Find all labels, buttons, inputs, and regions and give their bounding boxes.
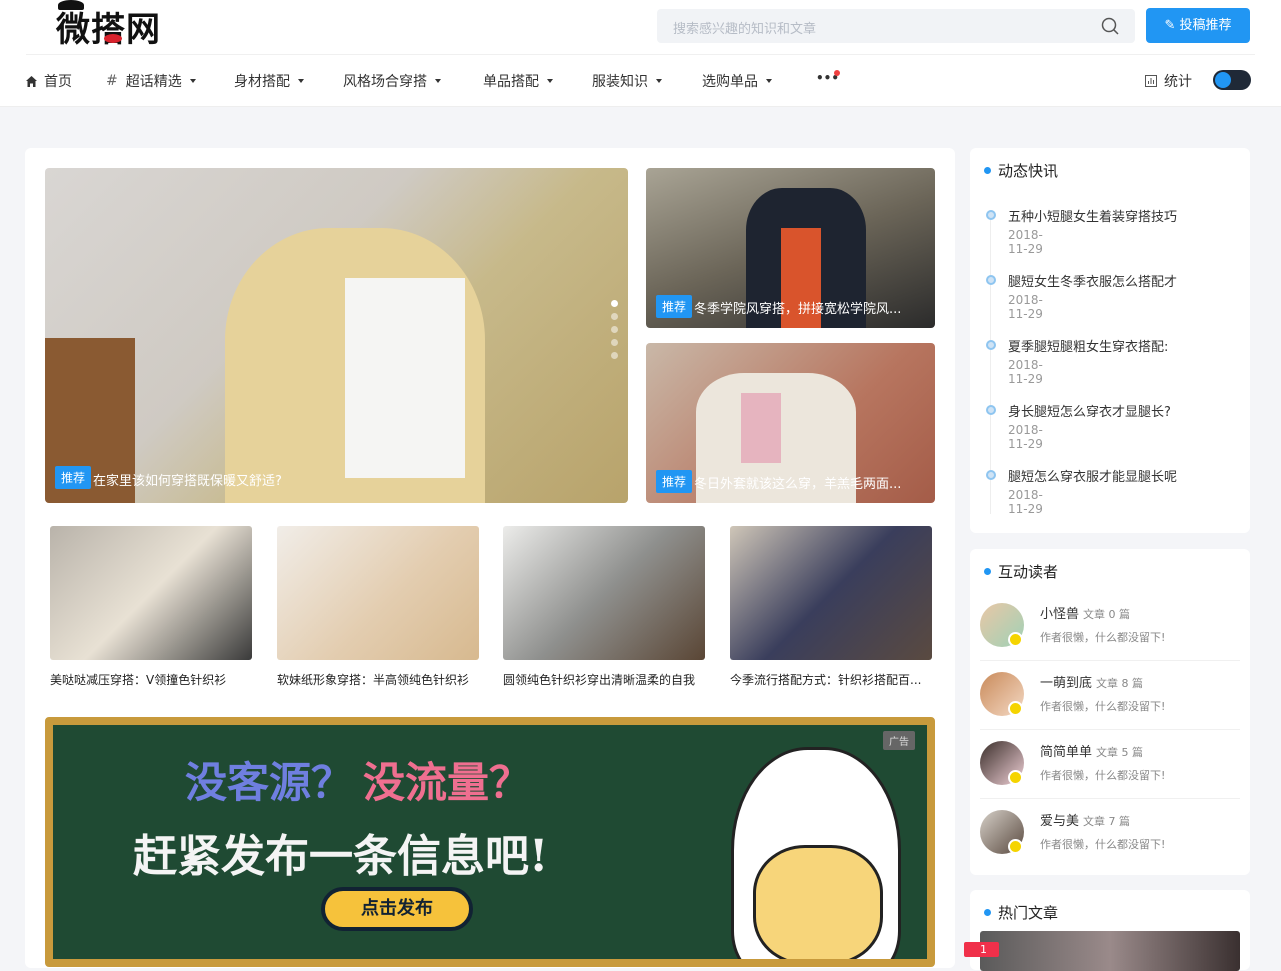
chevron-down-icon: [298, 79, 304, 83]
ad-banner[interactable]: 广告 没客源？ 没流量？ 赶紧发布一条信息吧! 点击发布: [45, 717, 935, 967]
side-slide-2[interactable]: 推荐 冬日外套就该这么穿，羊羔毛两面...: [646, 343, 935, 503]
nav-item-knowledge[interactable]: 服装知识: [592, 71, 662, 91]
card-thumbnail: [50, 526, 252, 660]
timeline-dot-icon: [986, 405, 996, 415]
verified-icon: [1008, 632, 1023, 647]
edit-icon: ✎: [1164, 18, 1176, 33]
ad-publish-button[interactable]: 点击发布: [321, 887, 473, 931]
side-slide-1[interactable]: 推荐 冬季学院风穿搭，拼接宽松学院风...: [646, 168, 935, 328]
card-thumbnail: [277, 526, 479, 660]
slide-image-hood: [741, 393, 781, 463]
main-slider[interactable]: 推荐 在家里该如何穿搭既保暖又舒适?: [45, 168, 628, 503]
hot-panel: 热门文章 1: [964, 890, 1250, 971]
chevron-down-icon: [189, 79, 196, 83]
verified-icon: [1008, 701, 1023, 716]
dark-mode-toggle[interactable]: [1213, 70, 1251, 90]
search-icon[interactable]: [1101, 17, 1119, 35]
nav-item-home[interactable]: 首页: [25, 71, 72, 91]
slide-badge: 推荐: [656, 295, 693, 318]
hot-article-thumbnail[interactable]: [980, 931, 1240, 971]
nav-item-single[interactable]: 单品搭配: [483, 71, 553, 91]
site-logo[interactable]: 微搭网: [56, 0, 161, 51]
card-title[interactable]: 今季流行搭配方式：针织衫搭配百...: [730, 671, 932, 688]
ad-tag: 广告: [883, 731, 915, 750]
main-nav: 首页 # 超话精选 身材搭配 风格场合穿搭 单品搭配 服装知识 选购单品 •••…: [0, 55, 1281, 106]
slider-dot[interactable]: [611, 326, 618, 333]
reader-item[interactable]: 一萌到底 文章 8 篇 作者很懒，什么都没留下!: [980, 670, 1240, 730]
article-card[interactable]: 今季流行搭配方式：针织衫搭配百...: [730, 526, 932, 688]
chevron-down-icon: [656, 79, 662, 83]
slide-badge: 推荐: [55, 466, 92, 489]
slider-pagination: [611, 300, 618, 365]
slide-title[interactable]: 在家里该如何穿搭既保暖又舒适?: [93, 470, 613, 489]
reader-item[interactable]: 简简单单 文章 5 篇 作者很懒，什么都没留下!: [980, 739, 1240, 799]
article-card[interactable]: 软妹纸形象穿搭：半高领纯色针织衫: [277, 526, 479, 688]
panel-title: 热门文章: [984, 902, 1058, 923]
timeline-dot-icon: [986, 340, 996, 350]
nav-item-topics[interactable]: # 超话精选: [106, 71, 196, 91]
nav-item-body[interactable]: 身材搭配: [234, 71, 304, 91]
verified-icon: [1008, 770, 1023, 785]
search-placeholder: 搜索感兴趣的知识和文章: [673, 22, 817, 37]
timeline-dot-icon: [986, 275, 996, 285]
reader-item[interactable]: 小怪兽 文章 0 篇 作者很懒，什么都没留下!: [980, 601, 1240, 661]
slide-badge: 推荐: [656, 470, 693, 493]
slide-title[interactable]: 冬日外套就该这么穿，羊羔毛两面...: [694, 473, 919, 492]
timeline-dot-icon: [986, 470, 996, 480]
mascot-face: [753, 845, 883, 959]
verified-icon: [1008, 839, 1023, 854]
home-icon: [26, 75, 37, 87]
chevron-down-icon: [547, 79, 553, 83]
stats-icon: [1145, 75, 1157, 87]
card-title[interactable]: 软妹纸形象穿搭：半高领纯色针织衫: [277, 671, 479, 688]
timeline-line: [990, 214, 991, 514]
ad-subline: 赶紧发布一条信息吧!: [133, 831, 549, 882]
news-panel: 动态快讯 五种小短腿女生着装穿搭技巧 2018-11-29 腿短女生冬季衣服怎么搭…: [970, 148, 1250, 533]
panel-title: 互动读者: [984, 561, 1058, 582]
slider-dot[interactable]: [611, 313, 618, 320]
stats-link[interactable]: 统计: [1145, 71, 1192, 91]
site-header: 微搭网 搜索感兴趣的知识和文章 ✎ 投稿推荐 首页 # 超话精选 身材搭配 风格…: [0, 0, 1281, 107]
notification-dot: [834, 70, 840, 76]
slider-dot[interactable]: [611, 300, 618, 307]
search-input[interactable]: 搜索感兴趣的知识和文章: [657, 9, 1135, 43]
ad-headline: 没客源？ 没流量？: [185, 758, 532, 807]
chevron-down-icon: [766, 79, 772, 83]
toggle-knob: [1215, 72, 1231, 88]
bullet-icon: [984, 909, 991, 916]
chevron-down-icon: [435, 79, 441, 83]
panel-title: 动态快讯: [984, 160, 1058, 181]
card-title[interactable]: 圆领纯色针织衫穿出清晰温柔的自我: [503, 671, 705, 688]
article-card[interactable]: 圆领纯色针织衫穿出清晰温柔的自我: [503, 526, 705, 688]
slide-title[interactable]: 冬季学院风穿搭，拼接宽松学院风...: [694, 298, 919, 317]
submit-article-button[interactable]: ✎ 投稿推荐: [1146, 8, 1250, 43]
timeline-dot-icon: [986, 210, 996, 220]
slider-dot[interactable]: [611, 352, 618, 359]
lips-icon: [104, 34, 122, 43]
readers-panel: 互动读者 小怪兽 文章 0 篇 作者很懒，什么都没留下! 一萌到底 文章 8 篇 作…: [970, 549, 1250, 875]
hat-icon: [58, 0, 84, 10]
nav-item-shopping[interactable]: 选购单品: [702, 71, 772, 91]
card-thumbnail: [503, 526, 705, 660]
card-thumbnail: [730, 526, 932, 660]
reader-item[interactable]: 爱与美 文章 7 篇 作者很懒，什么都没留下!: [980, 808, 1240, 868]
slide-image-tshirt: [345, 278, 465, 478]
nav-item-style[interactable]: 风格场合穿搭: [343, 71, 441, 91]
rank-badge: 1: [964, 942, 999, 957]
card-title[interactable]: 美哒哒减压穿搭：V领撞色针织衫: [50, 671, 252, 688]
slider-dot[interactable]: [611, 339, 618, 346]
bullet-icon: [984, 568, 991, 575]
article-card[interactable]: 美哒哒减压穿搭：V领撞色针织衫: [50, 526, 252, 688]
bullet-icon: [984, 167, 991, 174]
